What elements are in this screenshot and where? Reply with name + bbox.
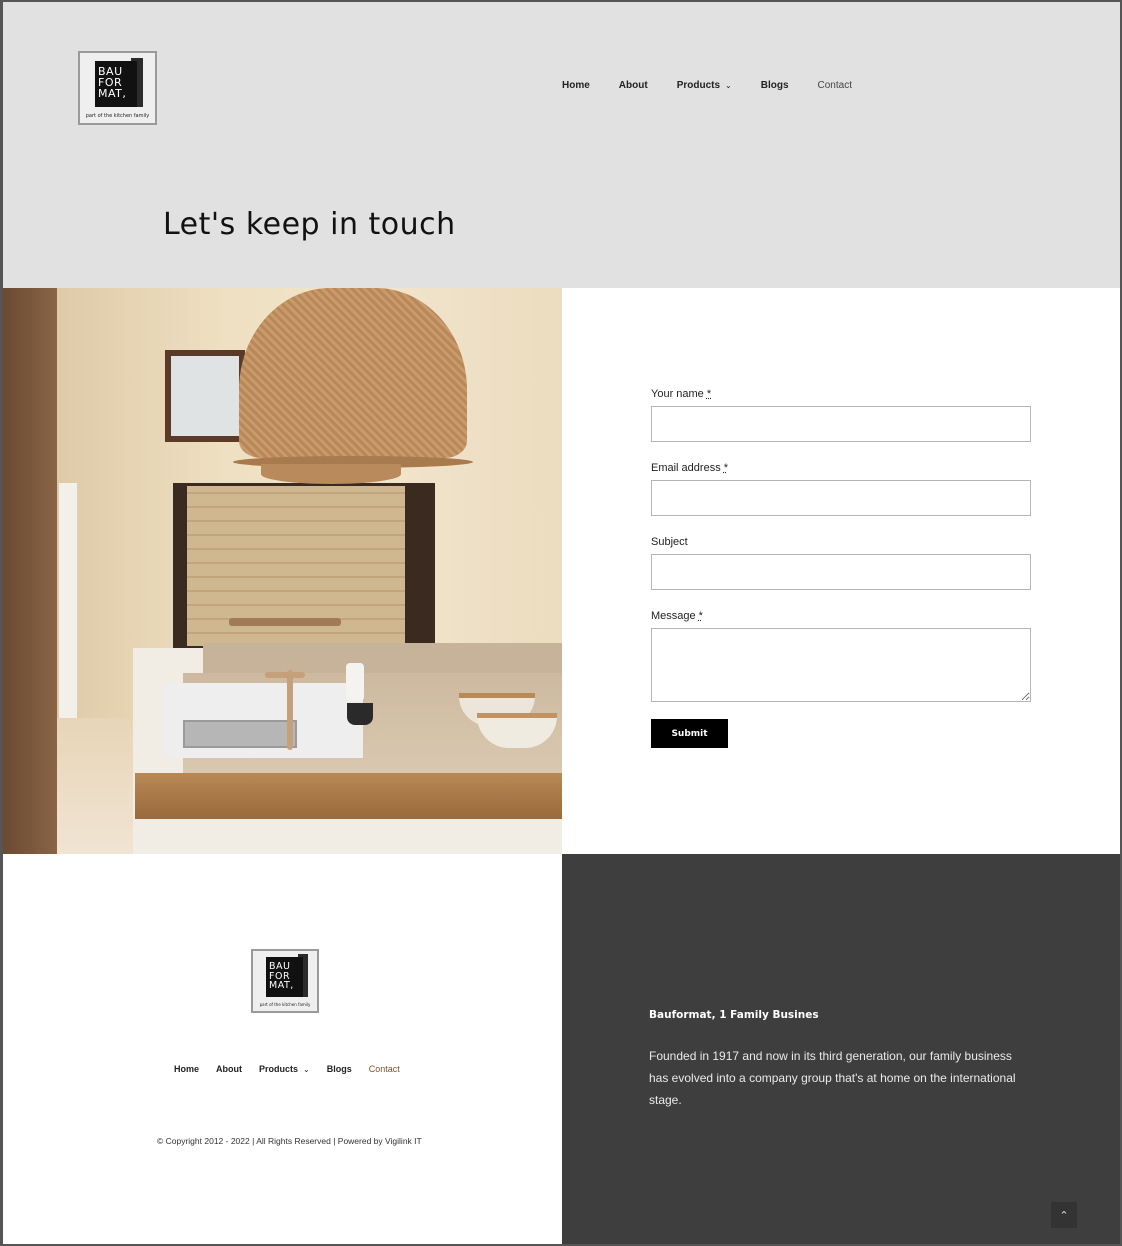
- footer-nav-products-label: Products: [259, 1064, 299, 1074]
- footer-description: Founded in 1917 and now in its third gen…: [649, 1049, 1016, 1107]
- email-label: Email address *: [651, 462, 728, 474]
- subject-label: Subject: [651, 536, 688, 548]
- footer-nav-contact[interactable]: Contact: [369, 1064, 400, 1074]
- name-label: Your name *: [651, 388, 712, 400]
- contact-form: Your name * Email address * Subject Messag…: [651, 388, 1031, 748]
- nav-about[interactable]: About: [619, 80, 648, 91]
- footer-heading: Bauformat, 1 Family Busines: [649, 1009, 819, 1021]
- name-input[interactable]: [651, 406, 1031, 442]
- back-to-top-button[interactable]: ⌃: [1051, 1202, 1077, 1228]
- kitchen-photo: [3, 288, 562, 854]
- footer-nav-home[interactable]: Home: [174, 1064, 199, 1074]
- chevron-down-icon: ⌄: [303, 1065, 310, 1074]
- nav-products[interactable]: Products ⌄: [677, 80, 732, 91]
- site-logo[interactable]: BAU FOR MAT, part of the kitchen family: [78, 51, 157, 125]
- required-mark: *: [698, 610, 703, 622]
- email-input[interactable]: [651, 480, 1031, 516]
- footer-nav: Home About Products ⌄ Blogs Contact: [174, 1064, 417, 1074]
- footer-logo[interactable]: BAU FOR MAT, part of the kitchen family: [251, 949, 319, 1013]
- nav-home[interactable]: Home: [562, 80, 590, 91]
- nav-products-label: Products: [676, 80, 721, 91]
- logo-tagline: part of the kitchen family: [85, 113, 150, 119]
- message-label: Message *: [651, 610, 703, 622]
- chevron-down-icon: ⌄: [725, 81, 732, 90]
- header: [0, 0, 1122, 288]
- logo-wordmark: BAU FOR MAT,: [98, 65, 127, 100]
- footer-nav-products[interactable]: Products ⌄: [259, 1064, 310, 1074]
- footer-nav-about[interactable]: About: [216, 1064, 242, 1074]
- page-title: Let's keep in touch: [163, 207, 456, 242]
- main-nav: Home About Products ⌄ Blogs Contact: [562, 80, 881, 91]
- nav-contact[interactable]: Contact: [818, 80, 852, 91]
- footer-nav-blogs[interactable]: Blogs: [327, 1064, 352, 1074]
- logo-wordmark: BAU FOR MAT,: [269, 961, 294, 991]
- subject-input[interactable]: [651, 554, 1031, 590]
- copyright-text: © Copyright 2012 - 2022 | All Rights Res…: [157, 1136, 422, 1146]
- message-textarea[interactable]: [651, 628, 1031, 702]
- nav-blogs[interactable]: Blogs: [761, 80, 789, 91]
- footer-left: [3, 854, 562, 1244]
- required-mark: *: [723, 462, 728, 474]
- chevron-up-icon: ⌃: [1059, 1209, 1069, 1222]
- submit-button[interactable]: Submit: [651, 719, 728, 748]
- logo-tagline: part of the kitchen family: [259, 1002, 311, 1007]
- required-mark: *: [706, 388, 712, 400]
